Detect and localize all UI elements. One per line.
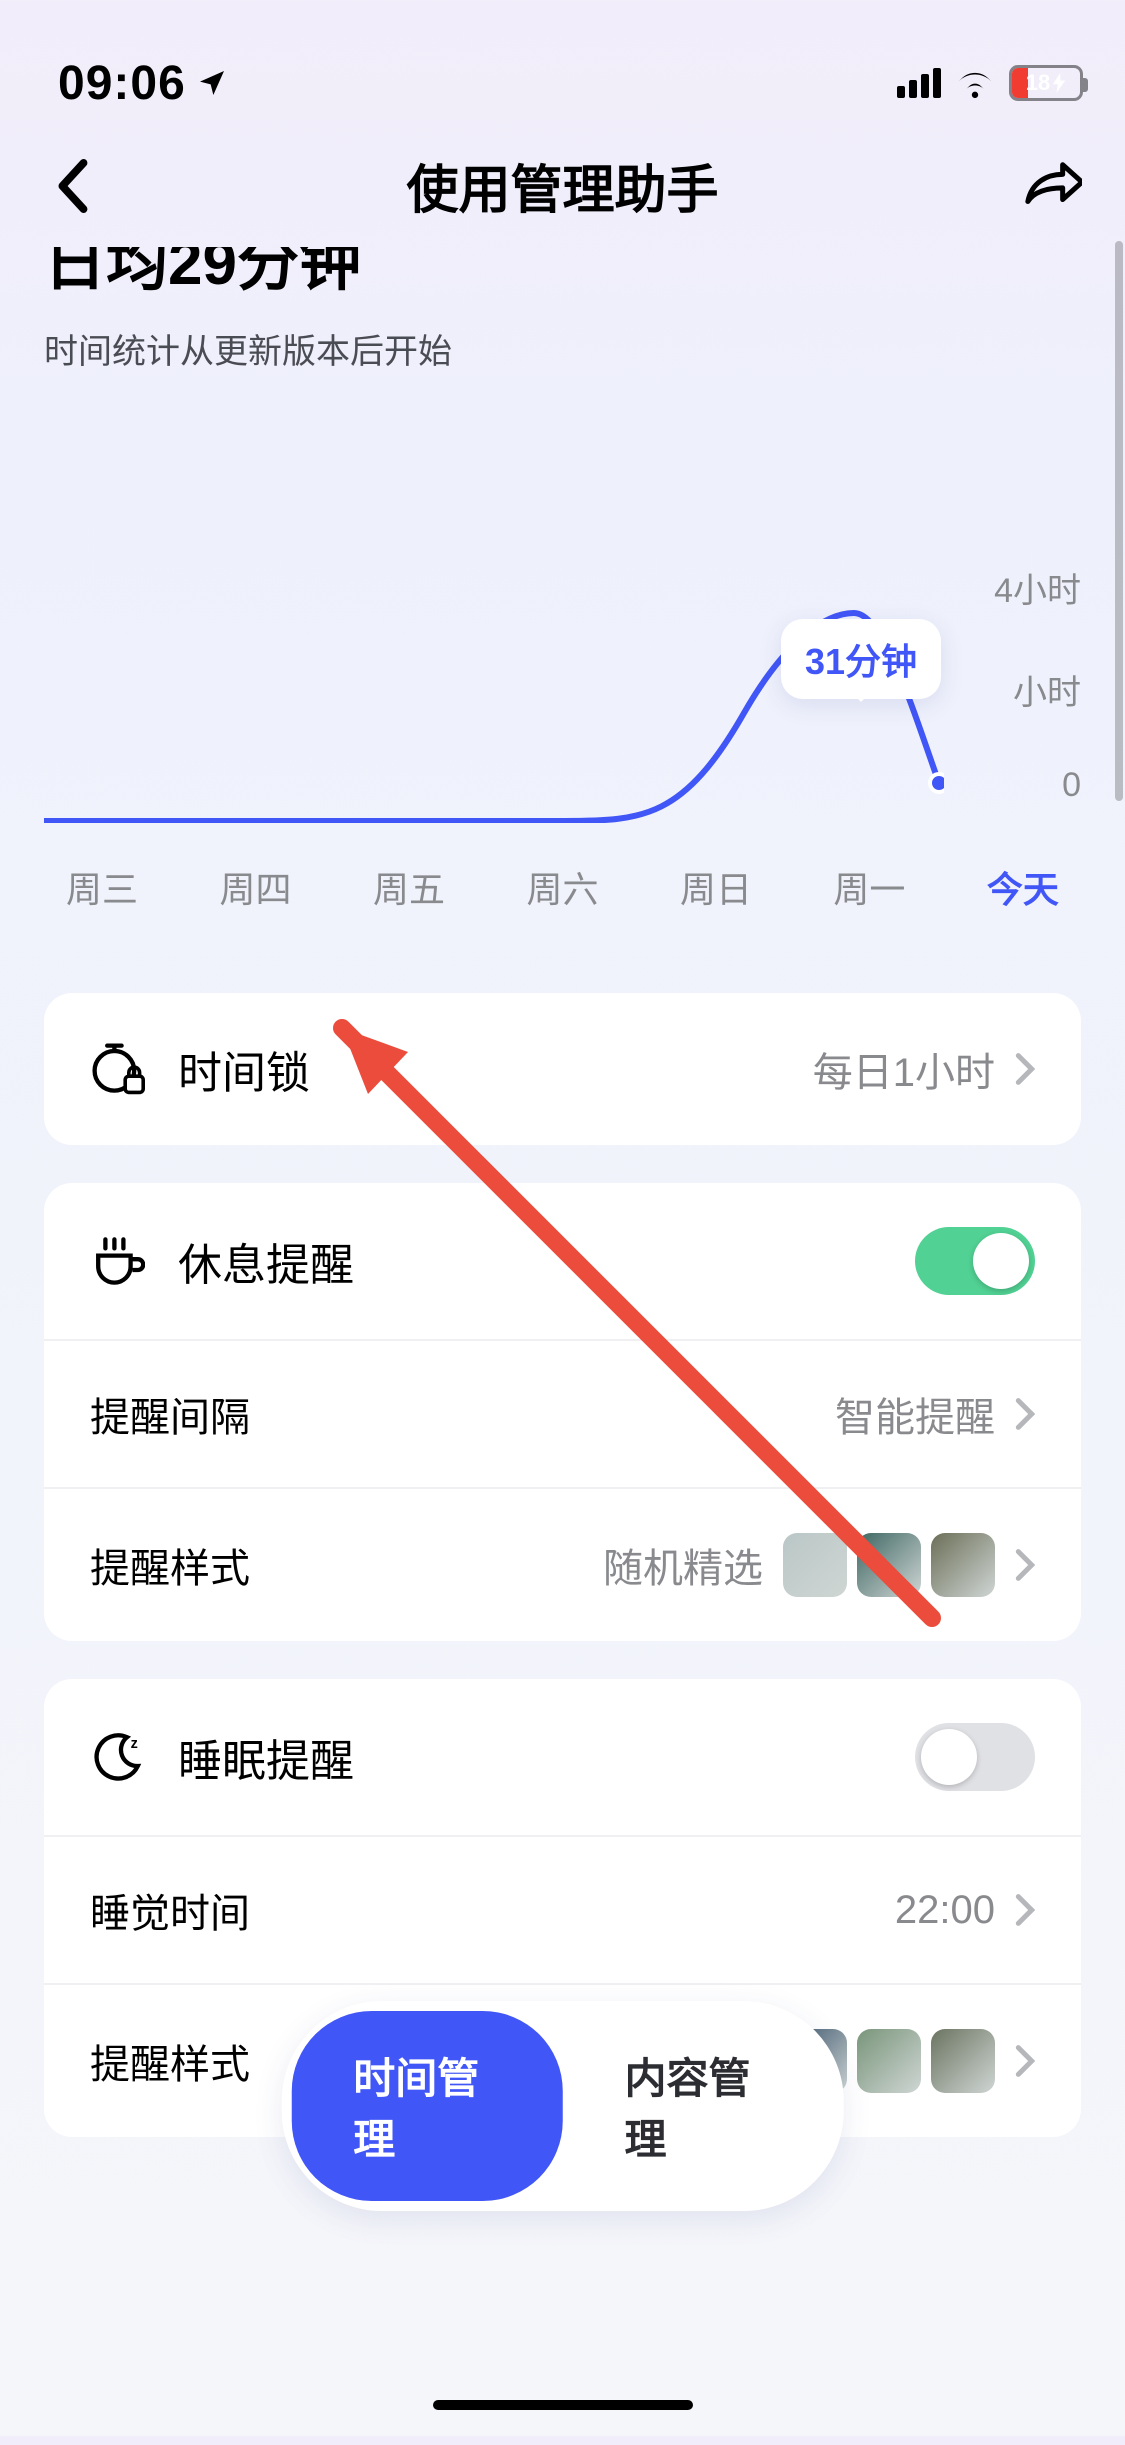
x-tick[interactable]: 周一 [833,861,905,913]
sleep-time-label: 睡觉时间 [90,1881,250,1939]
thumb [931,1533,995,1597]
tab-content-management[interactable]: 内容管理 [563,2011,834,2201]
rest-interval-label: 提醒间隔 [90,1385,250,1443]
status-bar: 09:06 18 [0,0,1125,128]
summary-subtitle: 时间统计从更新版本后开始 [44,324,1081,373]
rest-reminder-card: 休息提醒 提醒间隔 智能提醒 提醒样式 随机精选 [44,1183,1081,1641]
wifi-icon [955,68,995,98]
location-icon [196,67,228,99]
summary-headline: 日均29分钟 [44,247,361,293]
x-tick-today[interactable]: 今天 [987,861,1059,913]
rest-reminder-label: 休息提醒 [178,1229,354,1293]
chevron-left-icon [55,159,89,213]
sleep-time-value: 22:00 [895,1888,995,1933]
time-lock-card: 时间锁 每日1小时 [44,993,1081,1145]
time-lock-value: 每日1小时 [813,1040,995,1098]
x-tick[interactable]: 周三 [66,861,138,913]
stopwatch-lock-icon [90,1041,146,1097]
bottom-tabs: 时间管理 内容管理 [281,2001,844,2211]
status-time: 09:06 [58,56,186,111]
y-tick: 4小时 [994,563,1081,612]
back-button[interactable] [42,156,102,216]
rest-interval-row[interactable]: 提醒间隔 智能提醒 [44,1339,1081,1487]
thumb [857,2029,921,2093]
sleep-time-row[interactable]: 睡觉时间 22:00 [44,1835,1081,1983]
time-lock-row[interactable]: 时间锁 每日1小时 [44,993,1081,1145]
usage-summary: 日均29分钟 时间统计从更新版本后开始 [0,237,1125,373]
rest-style-thumbnails [783,1533,995,1597]
home-indicator[interactable] [433,2400,693,2410]
content-scroll[interactable]: 日均29分钟 时间统计从更新版本后开始 4小时 小时 0 31分钟 周三 周四 … [0,237,1125,2445]
y-tick: 0 [1062,766,1081,805]
thumb [857,1533,921,1597]
chevron-right-icon [1015,1397,1035,1431]
thumb [783,1533,847,1597]
battery-percent: 18 [1026,70,1050,96]
nav-bar: 使用管理助手 [0,128,1125,247]
chevron-right-icon [1015,2044,1035,2078]
share-icon [1024,162,1082,210]
svg-text:z: z [131,1736,138,1752]
sleep-reminder-row: z 睡眠提醒 [44,1679,1081,1835]
x-tick[interactable]: 周六 [526,861,598,913]
sleep-style-label: 提醒样式 [90,2032,250,2090]
rest-style-label: 提醒样式 [90,1536,250,1594]
tab-time-management[interactable]: 时间管理 [291,2011,562,2201]
charging-icon [1052,73,1066,93]
x-tick[interactable]: 周五 [373,861,445,913]
thumb [931,2029,995,2093]
cup-icon [90,1233,146,1289]
rest-style-value: 随机精选 [603,1536,763,1594]
rest-interval-value: 智能提醒 [835,1385,995,1443]
time-lock-label: 时间锁 [178,1037,310,1101]
chevron-right-icon [1015,1893,1035,1927]
moon-icon: z [90,1729,146,1785]
chart-tooltip: 31分钟 [781,619,941,699]
sleep-reminder-toggle[interactable] [915,1723,1035,1791]
sleep-reminder-label: 睡眠提醒 [178,1725,354,1789]
y-tick: 小时 [1013,665,1081,714]
y-axis-labels: 4小时 小时 0 [994,563,1081,805]
rest-reminder-row: 休息提醒 [44,1183,1081,1339]
cellular-icon [897,68,941,98]
chevron-right-icon [1015,1052,1035,1086]
rest-reminder-toggle[interactable] [915,1227,1035,1295]
share-button[interactable] [1023,156,1083,216]
battery-indicator: 18 [1009,65,1083,101]
usage-chart[interactable]: 4小时 小时 0 31分钟 周三 周四 周五 周六 周日 周一 今天 [0,413,1125,913]
x-tick[interactable]: 周日 [680,861,752,913]
x-tick[interactable]: 周四 [219,861,291,913]
rest-style-row[interactable]: 提醒样式 随机精选 [44,1487,1081,1641]
page-title: 使用管理助手 [406,148,718,223]
chevron-right-icon [1015,1548,1035,1582]
x-axis-labels: 周三 周四 周五 周六 周日 周一 今天 [44,861,1081,913]
